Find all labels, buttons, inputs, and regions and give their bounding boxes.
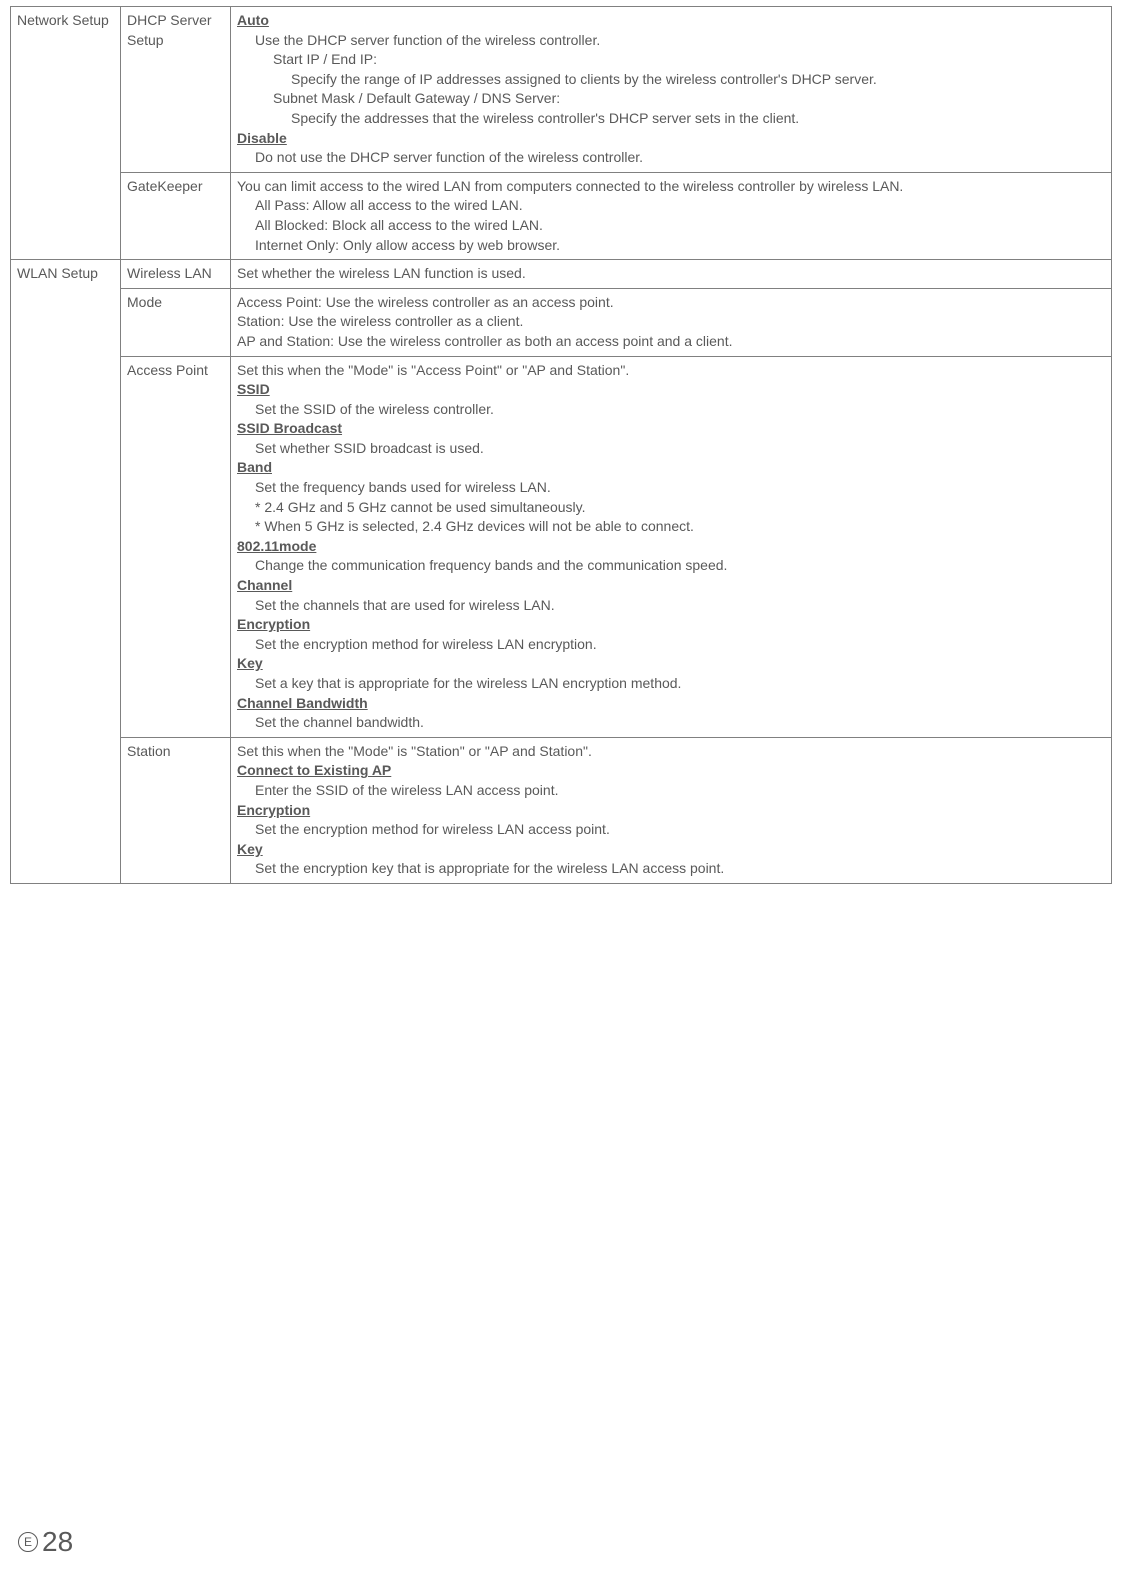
text: Set the encryption method for wireless L… bbox=[237, 820, 1105, 840]
cell-item: Access Point bbox=[121, 356, 231, 737]
heading: SSID Broadcast bbox=[237, 419, 1105, 439]
text: All Pass: Allow all access to the wired … bbox=[237, 196, 1105, 216]
language-badge: E bbox=[18, 1532, 38, 1552]
cell-description: Auto Use the DHCP server function of the… bbox=[231, 7, 1112, 173]
heading: Auto bbox=[237, 11, 1105, 31]
text: Enter the SSID of the wireless LAN acces… bbox=[237, 781, 1105, 801]
heading: Encryption bbox=[237, 801, 1105, 821]
text: Specify the range of IP addresses assign… bbox=[237, 70, 1105, 90]
cell-description: Set whether the wireless LAN function is… bbox=[231, 260, 1112, 289]
heading: Key bbox=[237, 840, 1105, 860]
text: Change the communication frequency bands… bbox=[237, 556, 1105, 576]
settings-table: Network Setup DHCP Server Setup Auto Use… bbox=[10, 6, 1112, 884]
text: Station: Use the wireless controller as … bbox=[237, 312, 1105, 332]
heading: Key bbox=[237, 654, 1105, 674]
cell-item: Wireless LAN bbox=[121, 260, 231, 289]
cell-category: WLAN Setup bbox=[11, 260, 121, 884]
heading: 802.11mode bbox=[237, 537, 1105, 557]
heading: Connect to Existing AP bbox=[237, 761, 1105, 781]
table-row: Station Set this when the "Mode" is "Sta… bbox=[11, 737, 1112, 883]
text: Set a key that is appropriate for the wi… bbox=[237, 674, 1105, 694]
page-footer: E 28 bbox=[18, 1526, 73, 1558]
text: Set the channels that are used for wirel… bbox=[237, 596, 1105, 616]
text: Access Point: Use the wireless controlle… bbox=[237, 293, 1105, 313]
table-row: Network Setup DHCP Server Setup Auto Use… bbox=[11, 7, 1112, 173]
text: * 2.4 GHz and 5 GHz cannot be used simul… bbox=[237, 498, 1105, 518]
text: AP and Station: Use the wireless control… bbox=[237, 332, 1105, 352]
text: Set whether SSID broadcast is used. bbox=[237, 439, 1105, 459]
text: All Blocked: Block all access to the wir… bbox=[237, 216, 1105, 236]
text: Set the encryption key that is appropria… bbox=[237, 859, 1105, 879]
heading: Channel bbox=[237, 576, 1105, 596]
text: * When 5 GHz is selected, 2.4 GHz device… bbox=[237, 517, 1105, 537]
table-row: GateKeeper You can limit access to the w… bbox=[11, 172, 1112, 259]
cell-description: Set this when the "Mode" is "Station" or… bbox=[231, 737, 1112, 883]
text: Set this when the "Mode" is "Access Poin… bbox=[237, 361, 1105, 381]
text: Do not use the DHCP server function of t… bbox=[237, 148, 1105, 168]
cell-item: DHCP Server Setup bbox=[121, 7, 231, 173]
text: Start IP / End IP: bbox=[237, 50, 1105, 70]
cell-description: Access Point: Use the wireless controlle… bbox=[231, 288, 1112, 356]
cell-description: You can limit access to the wired LAN fr… bbox=[231, 172, 1112, 259]
table-row: WLAN Setup Wireless LAN Set whether the … bbox=[11, 260, 1112, 289]
heading: Disable bbox=[237, 129, 1105, 149]
text: Set the frequency bands used for wireles… bbox=[237, 478, 1105, 498]
heading: SSID bbox=[237, 380, 1105, 400]
cell-item: GateKeeper bbox=[121, 172, 231, 259]
heading: Channel Bandwidth bbox=[237, 694, 1105, 714]
text: Set whether the wireless LAN function is… bbox=[237, 264, 1105, 284]
text: Set the encryption method for wireless L… bbox=[237, 635, 1105, 655]
text: You can limit access to the wired LAN fr… bbox=[237, 177, 1105, 197]
text: Use the DHCP server function of the wire… bbox=[237, 31, 1105, 51]
cell-description: Set this when the "Mode" is "Access Poin… bbox=[231, 356, 1112, 737]
page-number: 28 bbox=[42, 1526, 73, 1558]
table-row: Access Point Set this when the "Mode" is… bbox=[11, 356, 1112, 737]
text: Specify the addresses that the wireless … bbox=[237, 109, 1105, 129]
text: Set the channel bandwidth. bbox=[237, 713, 1105, 733]
table-row: Mode Access Point: Use the wireless cont… bbox=[11, 288, 1112, 356]
heading: Encryption bbox=[237, 615, 1105, 635]
cell-item: Station bbox=[121, 737, 231, 883]
heading: Band bbox=[237, 458, 1105, 478]
cell-item: Mode bbox=[121, 288, 231, 356]
text: Set this when the "Mode" is "Station" or… bbox=[237, 742, 1105, 762]
cell-category: Network Setup bbox=[11, 7, 121, 260]
text: Internet Only: Only allow access by web … bbox=[237, 236, 1105, 256]
text: Set the SSID of the wireless controller. bbox=[237, 400, 1105, 420]
text: Subnet Mask / Default Gateway / DNS Serv… bbox=[237, 89, 1105, 109]
